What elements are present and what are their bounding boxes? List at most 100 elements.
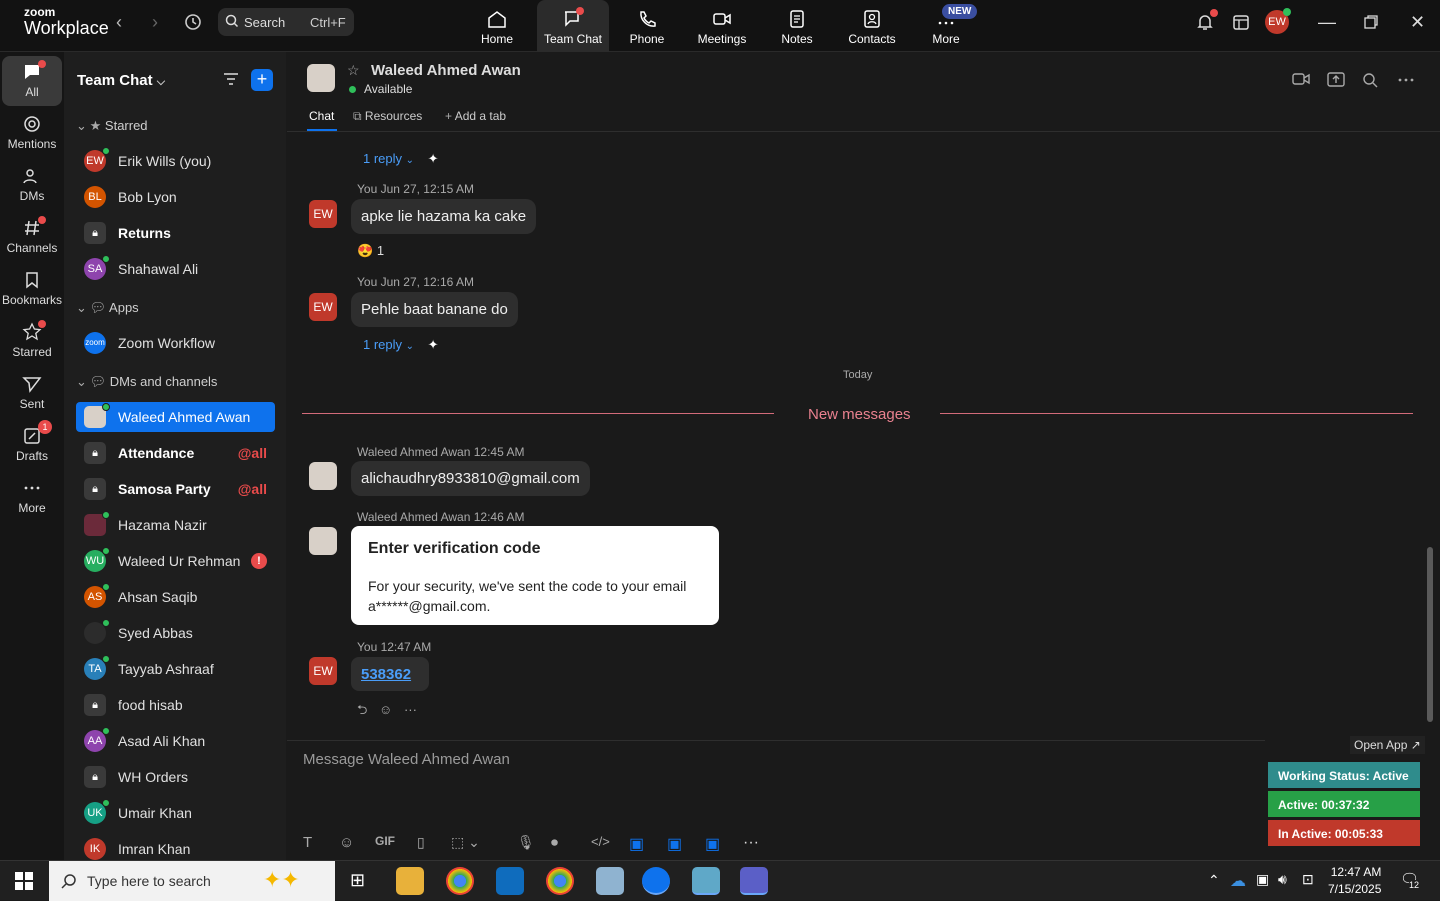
section-dms[interactable]: ⌄ 💬︎ DMs and channels bbox=[76, 374, 217, 390]
star-outline-icon[interactable]: ☆ bbox=[347, 62, 360, 79]
volume-icon[interactable]: 🔊︎ bbox=[1278, 871, 1287, 888]
avatar[interactable]: EW bbox=[309, 293, 337, 321]
list-item[interactable]: Waleed Ahmed Awan bbox=[76, 402, 275, 432]
tab-resources[interactable]: ⧉ Resources bbox=[353, 109, 422, 124]
rail-starred[interactable]: Starred bbox=[2, 316, 62, 366]
message-bubble[interactable]: apke lie hazama ka cake bbox=[351, 199, 537, 234]
list-item[interactable]: Syed Abbas bbox=[76, 618, 275, 648]
minimize-icon[interactable]: — bbox=[1318, 12, 1336, 33]
share-screen-icon[interactable] bbox=[1327, 72, 1345, 88]
clock[interactable]: 12:47 AM 7/15/2025 bbox=[1328, 865, 1381, 896]
message-bubble[interactable]: Pehle baat banane do bbox=[351, 292, 518, 327]
chrome-profile-icon[interactable] bbox=[546, 867, 574, 895]
task-view-icon[interactable]: ⊞ bbox=[350, 870, 365, 891]
open-app-button[interactable]: Open App ↗ bbox=[1350, 736, 1425, 754]
ai-sparkle-icon[interactable]: ✦ bbox=[428, 337, 439, 352]
list-item[interactable]: SA Shahawal Ali bbox=[76, 254, 275, 284]
avatar[interactable] bbox=[309, 527, 337, 555]
nav-notes[interactable]: Notes bbox=[761, 0, 833, 52]
nav-home[interactable]: Home bbox=[461, 0, 533, 52]
tray-app-icon[interactable]: ▣ bbox=[1256, 871, 1269, 888]
message-composer[interactable]: Message Waleed Ahmed Awan T ☺ GIF ▯ ⬚ ⌄ … bbox=[287, 740, 1267, 860]
avatar[interactable] bbox=[309, 462, 337, 490]
list-item[interactable]: WU Waleed Ur Rehman! bbox=[76, 546, 275, 576]
windows-start-icon[interactable] bbox=[15, 872, 33, 890]
new-chat-button[interactable]: + bbox=[251, 69, 273, 91]
search-icon[interactable] bbox=[1362, 72, 1378, 88]
tray-chevron-icon[interactable]: ⌃ bbox=[1208, 872, 1220, 889]
whiteboard-app-icon[interactable]: ▣ bbox=[667, 834, 682, 854]
taskbar-search[interactable]: Type here to search ✦✦ bbox=[49, 861, 335, 901]
sidebar-title[interactable]: Team Chat ⌵ bbox=[77, 72, 165, 89]
outlook-icon[interactable] bbox=[496, 867, 524, 895]
contact-avatar[interactable] bbox=[307, 64, 335, 92]
avatar[interactable]: EW bbox=[309, 200, 337, 228]
filter-icon[interactable] bbox=[222, 70, 240, 88]
list-item[interactable]: Hazama Nazir bbox=[76, 510, 275, 540]
docs-app-icon[interactable]: ▣ bbox=[629, 834, 644, 854]
more-options-icon[interactable]: ··· bbox=[404, 702, 417, 717]
app-icon[interactable] bbox=[692, 867, 720, 895]
list-item[interactable]: AS Ahsan Saqib bbox=[76, 582, 275, 612]
clips-app-icon[interactable]: ▣ bbox=[705, 834, 720, 854]
chrome-icon[interactable] bbox=[446, 867, 474, 895]
more-options-icon[interactable] bbox=[1397, 72, 1415, 88]
code-snippet-icon[interactable]: </> bbox=[591, 834, 610, 849]
teams-icon[interactable] bbox=[740, 867, 768, 895]
file-icon[interactable]: ▯ bbox=[417, 834, 425, 851]
section-starred[interactable]: ⌄ ★ Starred bbox=[76, 118, 148, 134]
forward-arrow-icon[interactable]: › bbox=[152, 12, 158, 33]
video-icon[interactable] bbox=[1292, 72, 1310, 86]
gif-button[interactable]: GIF bbox=[375, 834, 395, 848]
back-arrow-icon[interactable]: ‹ bbox=[116, 12, 122, 33]
code-link[interactable]: 538362 bbox=[351, 657, 429, 691]
list-item[interactable]: 🔒︎ Returns bbox=[76, 218, 275, 248]
file-explorer-icon[interactable] bbox=[396, 867, 424, 895]
rail-more[interactable]: More bbox=[2, 472, 62, 522]
rail-channels[interactable]: Channels bbox=[2, 212, 62, 262]
avatar[interactable]: EW bbox=[309, 657, 337, 685]
format-text-icon[interactable]: T bbox=[303, 834, 312, 851]
ai-sparkle-icon[interactable]: ✦ bbox=[428, 151, 439, 166]
calendar-icon[interactable] bbox=[1232, 13, 1250, 31]
rail-mentions[interactable]: Mentions bbox=[2, 108, 62, 158]
video-message-icon[interactable]: ⏺ bbox=[551, 834, 558, 851]
search-box[interactable]: Search Ctrl+F bbox=[218, 8, 354, 36]
reply-icon[interactable]: ⮌ bbox=[357, 702, 367, 717]
rail-drafts[interactable]: Drafts 1 bbox=[2, 420, 62, 470]
list-item[interactable]: zoom Zoom Workflow bbox=[76, 328, 275, 358]
rail-all[interactable]: All bbox=[2, 56, 62, 106]
rail-bookmarks[interactable]: Bookmarks bbox=[2, 264, 62, 314]
reply-link[interactable]: 1 reply ⌄ ✦ bbox=[363, 337, 439, 353]
list-item[interactable]: 🔒︎ food hisab bbox=[76, 690, 275, 720]
nav-meetings[interactable]: Meetings bbox=[686, 0, 758, 52]
history-icon[interactable] bbox=[182, 11, 204, 33]
tab-chat[interactable]: Chat bbox=[309, 109, 334, 123]
list-item[interactable]: TA Tayyab Ashraaf bbox=[76, 654, 275, 684]
list-item[interactable]: UK Umair Khan bbox=[76, 798, 275, 828]
list-item[interactable]: AA Asad Ali Khan bbox=[76, 726, 275, 756]
zoom-taskbar-icon[interactable] bbox=[642, 867, 670, 895]
reaction[interactable]: 😍 1 bbox=[357, 243, 384, 259]
list-item[interactable]: EW Erik Wills (you) bbox=[76, 146, 275, 176]
screenshot-card[interactable]: Enter verification code For your securit… bbox=[351, 526, 719, 625]
scrollbar[interactable] bbox=[1427, 547, 1433, 722]
app-icon[interactable] bbox=[596, 867, 624, 895]
message-bubble[interactable]: alichaudhry8933810@gmail.com bbox=[351, 461, 590, 496]
list-item[interactable]: BL Bob Lyon bbox=[76, 182, 275, 212]
more-tools-icon[interactable]: ··· bbox=[743, 834, 759, 852]
add-reaction-icon[interactable]: ☺ bbox=[379, 702, 392, 717]
contact-name[interactable]: Waleed Ahmed Awan bbox=[371, 62, 521, 79]
network-icon[interactable]: ⊡ bbox=[1302, 871, 1314, 888]
tab-add[interactable]: + Add a tab bbox=[445, 109, 506, 123]
screenshot-icon[interactable]: ⬚ ⌄ bbox=[451, 834, 480, 851]
rail-sent[interactable]: Sent bbox=[2, 368, 62, 418]
list-item[interactable]: 🔒︎ Attendance @all bbox=[76, 438, 275, 468]
close-icon[interactable]: ✕ bbox=[1410, 12, 1425, 33]
list-item[interactable]: 🔒︎ Samosa Party @all bbox=[76, 474, 275, 504]
microphone-icon[interactable]: 🎙︎ bbox=[517, 834, 535, 851]
nav-team-chat[interactable]: Team Chat bbox=[537, 0, 609, 52]
list-item[interactable]: 🔒︎ WH Orders bbox=[76, 762, 275, 792]
nav-contacts[interactable]: Contacts bbox=[836, 0, 908, 52]
restore-icon[interactable] bbox=[1364, 15, 1378, 29]
